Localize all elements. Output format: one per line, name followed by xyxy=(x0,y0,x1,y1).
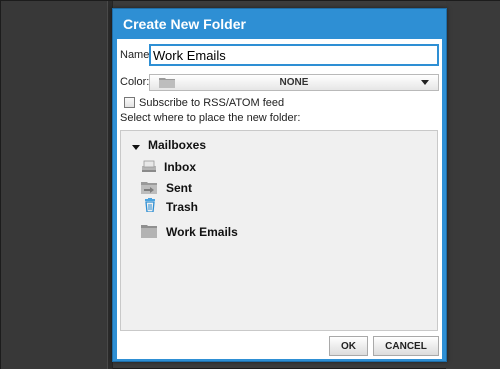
right-pane xyxy=(446,1,500,369)
tree-item-mailboxes[interactable]: Mailboxes xyxy=(148,138,206,152)
trash-icon xyxy=(145,198,155,212)
ok-button[interactable]: OK xyxy=(329,336,368,356)
folder-icon xyxy=(141,225,157,238)
folder-name-input[interactable] xyxy=(149,44,439,66)
left-pane xyxy=(1,1,109,369)
create-folder-dialog: Create New Folder Name: Color: NONE Subs… xyxy=(112,8,447,362)
tree-item-sent[interactable]: Sent xyxy=(166,181,192,195)
dialog-title: Create New Folder xyxy=(123,16,246,32)
dialog-body: Name: Color: NONE Subscribe to RSS/ATOM … xyxy=(117,39,442,359)
placement-label: Select where to place the new folder: xyxy=(120,112,301,124)
tree-item-inbox[interactable]: Inbox xyxy=(164,160,196,174)
color-dropdown[interactable]: NONE xyxy=(149,74,439,91)
cancel-button[interactable]: CANCEL xyxy=(373,336,439,356)
caret-down-icon[interactable] xyxy=(132,145,140,150)
color-value: NONE xyxy=(279,77,309,88)
chevron-down-icon xyxy=(421,80,429,85)
tree-item-trash[interactable]: Trash xyxy=(166,200,198,214)
subscribe-checkbox[interactable] xyxy=(124,97,135,108)
name-label: Name: xyxy=(120,49,153,61)
subscribe-label: Subscribe to RSS/ATOM feed xyxy=(139,97,285,109)
folder-tree: Mailboxes Inbox Sent Trash Work Emails xyxy=(120,130,438,331)
tree-item-work-emails[interactable]: Work Emails xyxy=(166,225,238,239)
color-label: Color: xyxy=(120,76,150,88)
sent-folder-icon xyxy=(141,182,157,194)
app-screen: Create New Folder Name: Color: NONE Subs… xyxy=(0,0,500,369)
inbox-icon xyxy=(142,160,156,172)
